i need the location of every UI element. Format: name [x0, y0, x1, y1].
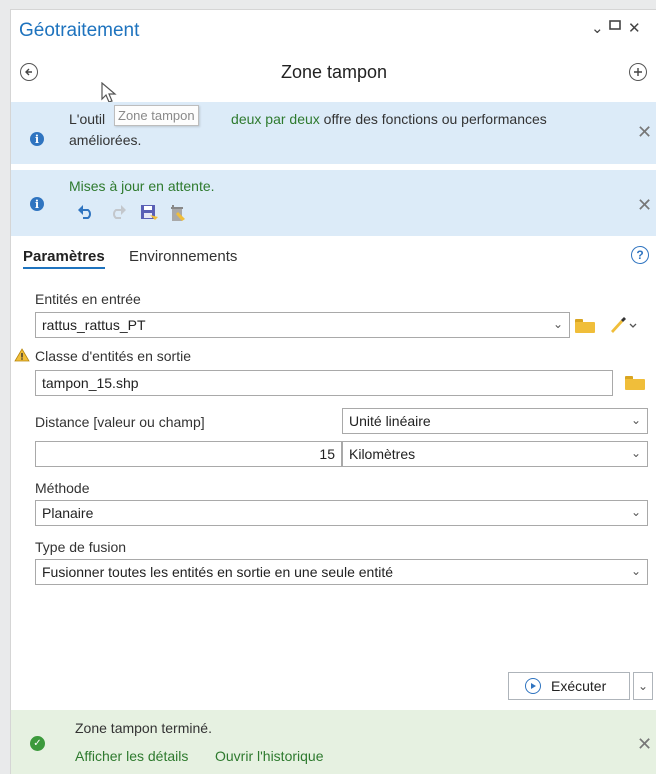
open-history-link[interactable]: Ouvrir l'historique: [215, 748, 324, 764]
distance-value: 15: [319, 446, 335, 462]
browse-folder-icon[interactable]: [575, 319, 595, 333]
pairwise-link[interactable]: deux par deux: [231, 111, 320, 127]
tab-parameters[interactable]: Paramètres: [23, 248, 105, 269]
add-icon[interactable]: [629, 63, 647, 81]
input-features-label: Entités en entrée: [35, 291, 141, 307]
distance-label: Distance [valeur ou champ]: [35, 414, 205, 430]
pending-updates-banner: i Mises à jour en attente. ✕: [11, 170, 656, 236]
play-icon: [525, 678, 541, 694]
output-feature-class-input[interactable]: tampon_15.shp: [35, 370, 613, 396]
discard-edits-icon[interactable]: [169, 202, 187, 227]
distance-unit-dropdown[interactable]: Kilomètres ⌄: [342, 441, 648, 467]
view-details-link[interactable]: Afficher les détails: [75, 748, 188, 764]
dissolve-type-dropdown[interactable]: Fusionner toutes les entités en sortie e…: [35, 559, 648, 585]
chevron-down-icon: ⌄: [552, 317, 563, 331]
minimize-icon[interactable]: ⌄: [591, 19, 604, 37]
upgrade-info-banner: i L'outil deux par deux offre des foncti…: [11, 102, 656, 164]
info-icon: i: [30, 132, 44, 146]
save-edits-icon[interactable]: [139, 203, 159, 226]
method-value: Planaire: [42, 505, 94, 521]
check-circle-icon: ✓: [30, 736, 45, 751]
chevron-down-icon: ⌄: [630, 446, 641, 460]
upgrade-text-before: L'outil: [69, 111, 106, 127]
method-label: Méthode: [35, 480, 90, 496]
input-features-value: rattus_rattus_PT: [42, 317, 146, 333]
distance-value-input[interactable]: 15: [35, 441, 342, 467]
geoprocessing-pane: Géotraitement ⌄ ✕ Zone tampon i L'outil …: [10, 9, 656, 774]
run-options-dropdown[interactable]: ⌄: [633, 672, 653, 700]
chevron-down-icon: ⌄: [630, 413, 641, 427]
close-banner-icon[interactable]: ✕: [637, 195, 652, 216]
tool-title: Zone tampon: [280, 62, 388, 82]
info-icon: i: [30, 197, 44, 211]
dissolve-type-value: Fusionner toutes les entités en sortie e…: [42, 564, 393, 580]
run-button[interactable]: Exécuter: [508, 672, 630, 700]
distance-type-dropdown[interactable]: Unité linéaire ⌄: [342, 408, 648, 434]
close-banner-icon[interactable]: ✕: [637, 734, 652, 755]
distance-type-value: Unité linéaire: [349, 413, 431, 429]
maximize-icon[interactable]: [609, 18, 621, 34]
input-features-dropdown[interactable]: rattus_rattus_PT ⌄: [35, 312, 570, 338]
chevron-down-icon: ⌄: [630, 505, 641, 519]
close-banner-icon[interactable]: ✕: [637, 122, 652, 143]
status-text: Zone tampon terminé.: [75, 720, 212, 736]
success-banner: ✓ Zone tampon terminé. Afficher les déta…: [11, 710, 656, 774]
pane-title: Géotraitement: [19, 20, 140, 41]
chevron-down-icon: ⌄: [630, 564, 641, 578]
close-pane-icon[interactable]: ✕: [628, 19, 641, 37]
help-icon[interactable]: ?: [631, 246, 649, 264]
method-dropdown[interactable]: Planaire ⌄: [35, 500, 648, 526]
distance-unit-value: Kilomètres: [349, 446, 416, 462]
output-feature-class-value: tampon_15.shp: [42, 375, 139, 391]
pencil-icon[interactable]: [608, 316, 638, 339]
run-label: Exécuter: [551, 678, 607, 694]
undo-icon[interactable]: [77, 204, 95, 225]
chevron-down-icon: ⌄: [637, 679, 649, 693]
warning-icon: [14, 348, 30, 367]
output-feature-class-label: Classe d'entités en sortie: [35, 348, 191, 364]
redo-icon[interactable]: [109, 204, 127, 225]
pending-updates-text: Mises à jour en attente.: [69, 178, 215, 194]
tooltip: Zone tampon: [114, 105, 199, 126]
tab-environments[interactable]: Environnements: [129, 248, 237, 265]
dissolve-type-label: Type de fusion: [35, 539, 127, 555]
browse-folder-icon[interactable]: [625, 376, 645, 390]
